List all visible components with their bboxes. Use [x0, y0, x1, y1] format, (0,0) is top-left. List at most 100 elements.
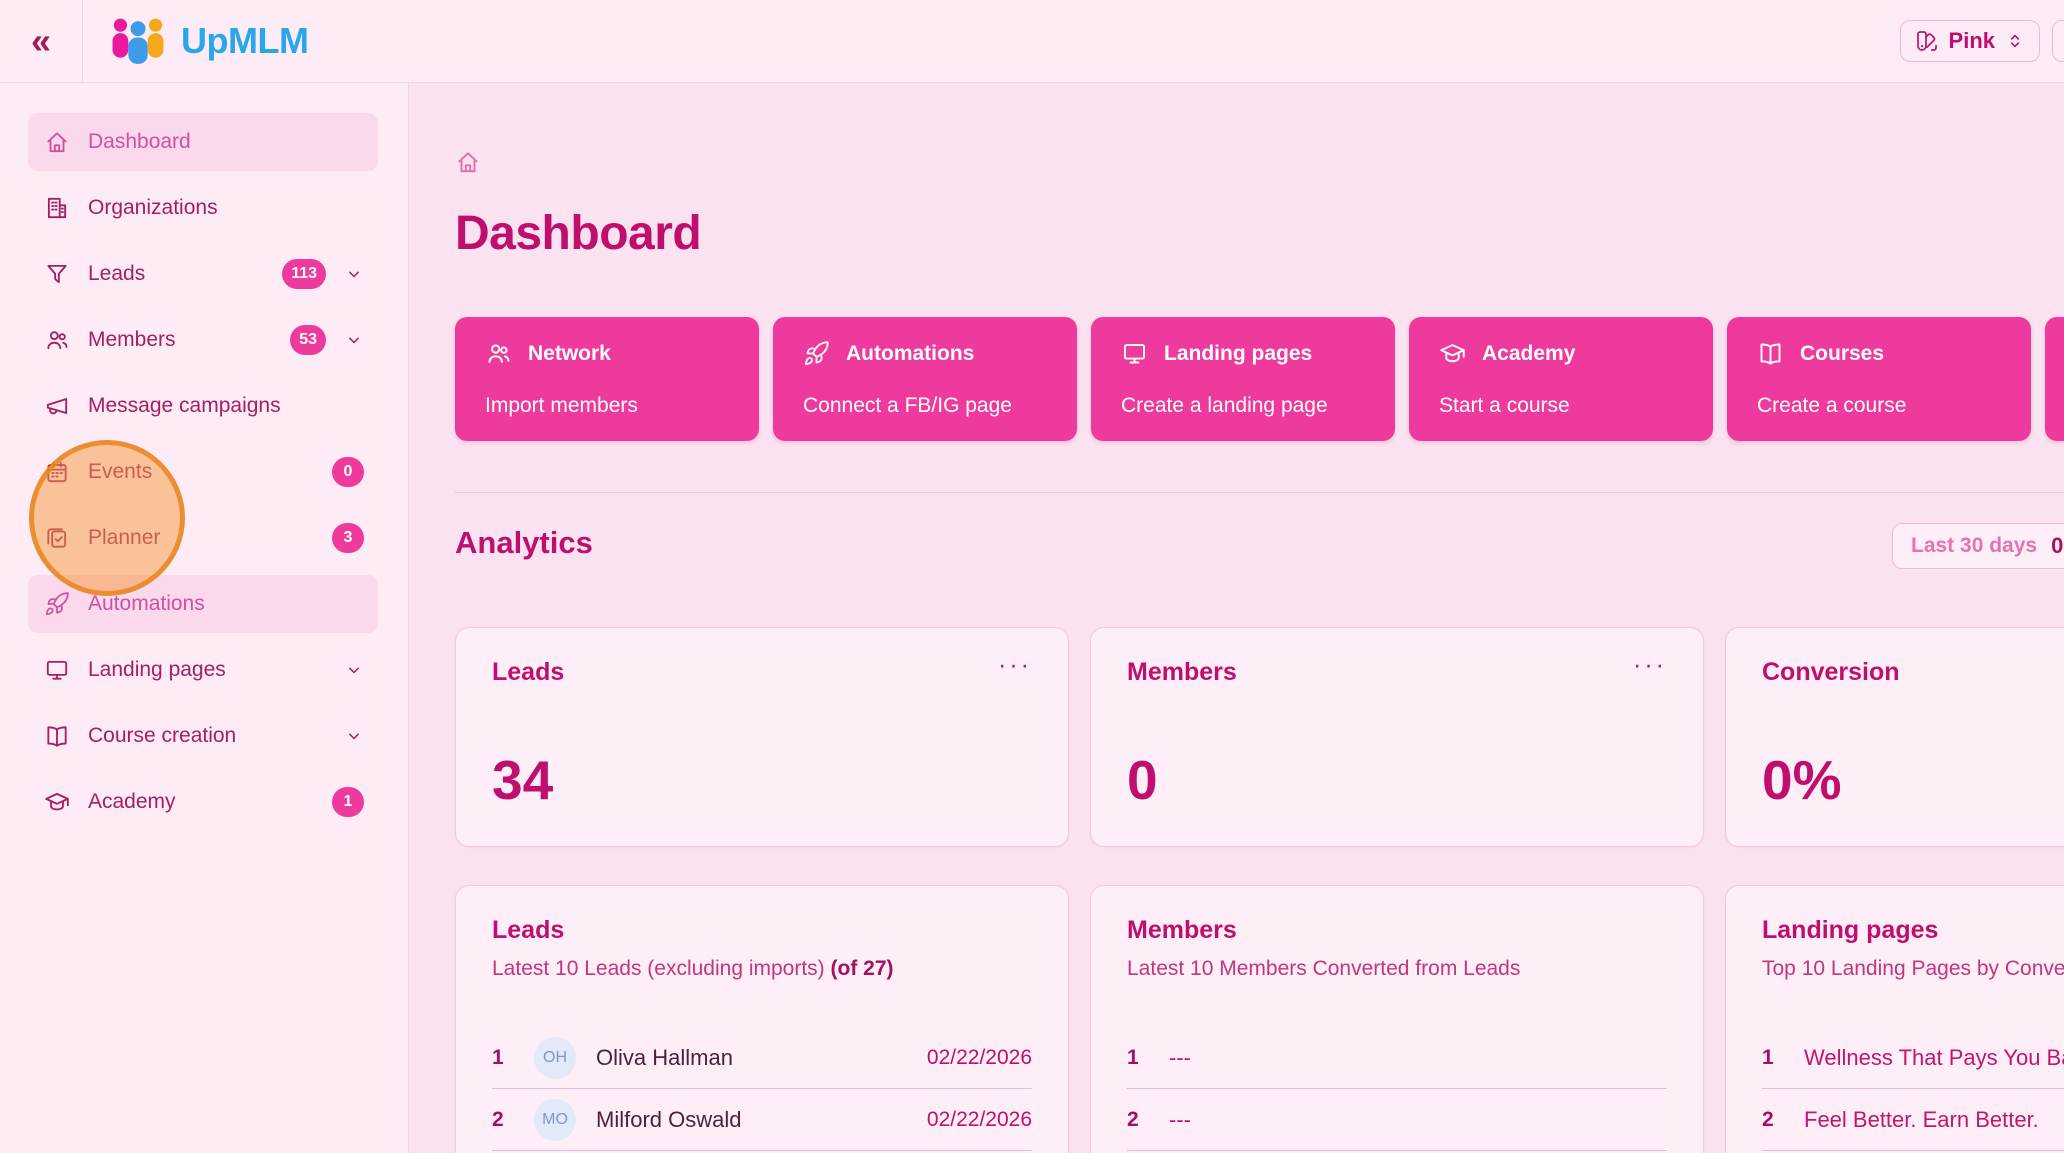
rocket-icon [44, 591, 70, 617]
app-screen: « UpMLM Pink Dashboard Organiza [0, 0, 2064, 1153]
landing-page-name: Wellness That Pays You Back [1804, 1045, 2064, 1071]
member-row[interactable]: 1 --- [1127, 1027, 1667, 1089]
sidebar-item-automations[interactable]: Automations [28, 575, 378, 633]
sidebar-item-dashboard[interactable]: Dashboard [28, 113, 378, 171]
calendar-icon [44, 459, 70, 485]
landing-page-row[interactable]: 1 Wellness That Pays You Back [1762, 1027, 2064, 1089]
breadcrumb-home-icon[interactable] [455, 149, 481, 175]
quick-action-title: Courses [1800, 342, 1884, 366]
brand-name: UpMLM [181, 20, 308, 62]
lead-row[interactable]: 1 OH Oliva Hallman 02/22/2026 [492, 1027, 1032, 1089]
landing-page-name: Feel Better. Earn Better. [1804, 1107, 2064, 1133]
avatar: MO [534, 1099, 576, 1141]
list-title: Leads [492, 916, 1032, 945]
row-index: 2 [1127, 1108, 1149, 1132]
rocket-icon [803, 340, 830, 367]
row-index: 1 [492, 1046, 514, 1070]
chevron-up-down-icon [2005, 31, 2025, 51]
ellipsis-menu-icon[interactable]: ··· [998, 658, 1032, 673]
sidebar-item-landing-pages[interactable]: Landing pages [28, 641, 378, 699]
list-title: Landing pages [1762, 916, 2064, 945]
quick-action-title: Academy [1482, 342, 1575, 366]
kpi-value: 0% [1762, 748, 2064, 812]
list-subtitle: Latest 10 Leads (excluding imports) (of … [492, 957, 1032, 981]
leads-list-card: Leads Latest 10 Leads (excluding imports… [455, 885, 1069, 1153]
monitor-icon [44, 657, 70, 683]
graduation-cap-icon [1439, 340, 1466, 367]
people-logo-icon [109, 15, 167, 67]
quick-action-landing-pages[interactable]: Landing pages Create a landing page [1091, 317, 1395, 441]
clipboard-check-icon [44, 525, 70, 551]
quick-action-courses[interactable]: Courses Create a course [1727, 317, 2031, 441]
sidebar-item-academy[interactable]: Academy 1 [28, 773, 378, 831]
analytics-header: Analytics Last 30 days 01/2 [455, 525, 2064, 573]
double-chevron-left-icon: « [31, 23, 51, 59]
kpi-value: 0 [1127, 748, 1667, 812]
row-index: 2 [1762, 1108, 1784, 1132]
quick-action-title: Landing pages [1164, 342, 1312, 366]
date-range-filter[interactable]: Last 30 days 01/2 [1892, 523, 2064, 569]
ellipsis-menu-icon[interactable]: ··· [1633, 658, 1667, 673]
list-subtitle-text: Latest 10 Leads (excluding imports) [492, 957, 831, 980]
lead-date: 02/22/2026 [927, 1108, 1032, 1132]
quick-action-title: Automations [846, 342, 974, 366]
sidebar-item-members[interactable]: Members 53 [28, 311, 378, 369]
chevron-down-icon [344, 660, 364, 680]
row-index: 2 [492, 1108, 514, 1132]
kpi-value: 34 [492, 748, 1032, 812]
sidebar-item-course-creation[interactable]: Course creation [28, 707, 378, 765]
sidebar-item-label: Leads [88, 262, 264, 286]
sidebar-item-label: Organizations [88, 196, 364, 220]
list-title: Members [1127, 916, 1667, 945]
sidebar-item-label: Landing pages [88, 658, 326, 682]
quick-action-subtitle: Connect a FB/IG page [803, 394, 1047, 418]
quick-action-automations[interactable]: Automations Connect a FB/IG page [773, 317, 1077, 441]
date-range-value: 01/2 [2051, 533, 2064, 559]
chevron-down-icon [344, 726, 364, 746]
quick-action-title: Network [528, 342, 611, 366]
quick-action-subtitle: Import members [485, 394, 729, 418]
users-icon [44, 327, 70, 353]
kpi-card-leads: Leads ··· 34 [455, 627, 1069, 847]
kpi-cards-row: Leads ··· 34 Members ··· 0 Conversion [455, 627, 2064, 847]
lead-name: Oliva Hallman [596, 1045, 907, 1071]
monitor-icon [1121, 340, 1148, 367]
clipped-toolbar-button[interactable] [2052, 20, 2064, 62]
row-index: 1 [1762, 1046, 1784, 1070]
theme-selector[interactable]: Pink [1900, 20, 2040, 62]
section-divider [455, 492, 2064, 493]
sidebar-item-label: Planner [88, 526, 314, 550]
swatch-icon [1915, 29, 1939, 53]
kpi-title: Leads [492, 658, 564, 687]
landing-page-row[interactable]: 2 Feel Better. Earn Better. [1762, 1089, 2064, 1151]
sidebar-item-leads[interactable]: Leads 113 [28, 245, 378, 303]
book-icon [1757, 340, 1784, 367]
sidebar-item-label: Events [88, 460, 314, 484]
members-list-card: Members Latest 10 Members Converted from… [1090, 885, 1704, 1153]
quick-action-subtitle: Start a course [1439, 394, 1683, 418]
lead-row[interactable]: 2 MO Milford Oswald 02/22/2026 [492, 1089, 1032, 1151]
sidebar-item-planner[interactable]: Planner 3 [28, 509, 378, 567]
date-range-label: Last 30 days [1911, 534, 2037, 558]
sidebar-item-events[interactable]: Events 0 [28, 443, 378, 501]
member-placeholder: --- [1169, 1107, 1667, 1133]
member-row[interactable]: 2 --- [1127, 1089, 1667, 1151]
members-count-badge: 53 [290, 325, 326, 355]
sidebar-item-label: Course creation [88, 724, 326, 748]
lead-name: Milford Oswald [596, 1107, 907, 1133]
funnel-icon [44, 261, 70, 287]
row-index: 1 [1127, 1046, 1149, 1070]
sidebar-item-label: Academy [88, 790, 314, 814]
brand-logo[interactable]: UpMLM [109, 15, 308, 67]
quick-action-network[interactable]: Network Import members [455, 317, 759, 441]
quick-action-academy[interactable]: Academy Start a course [1409, 317, 1713, 441]
quick-action-card-partial[interactable] [2045, 317, 2064, 441]
sidebar-item-message-campaigns[interactable]: Message campaigns [28, 377, 378, 435]
list-subtitle: Top 10 Landing Pages by Convers [1762, 957, 2064, 981]
list-subtitle: Latest 10 Members Converted from Leads [1127, 957, 1667, 981]
quick-action-subtitle: Create a course [1757, 394, 2001, 418]
sidebar-collapse-button[interactable]: « [0, 0, 83, 82]
sidebar-item-label: Dashboard [88, 130, 364, 154]
sidebar-item-organizations[interactable]: Organizations [28, 179, 378, 237]
sidebar-nav: Dashboard Organizations Leads 113 Member… [0, 83, 409, 1153]
